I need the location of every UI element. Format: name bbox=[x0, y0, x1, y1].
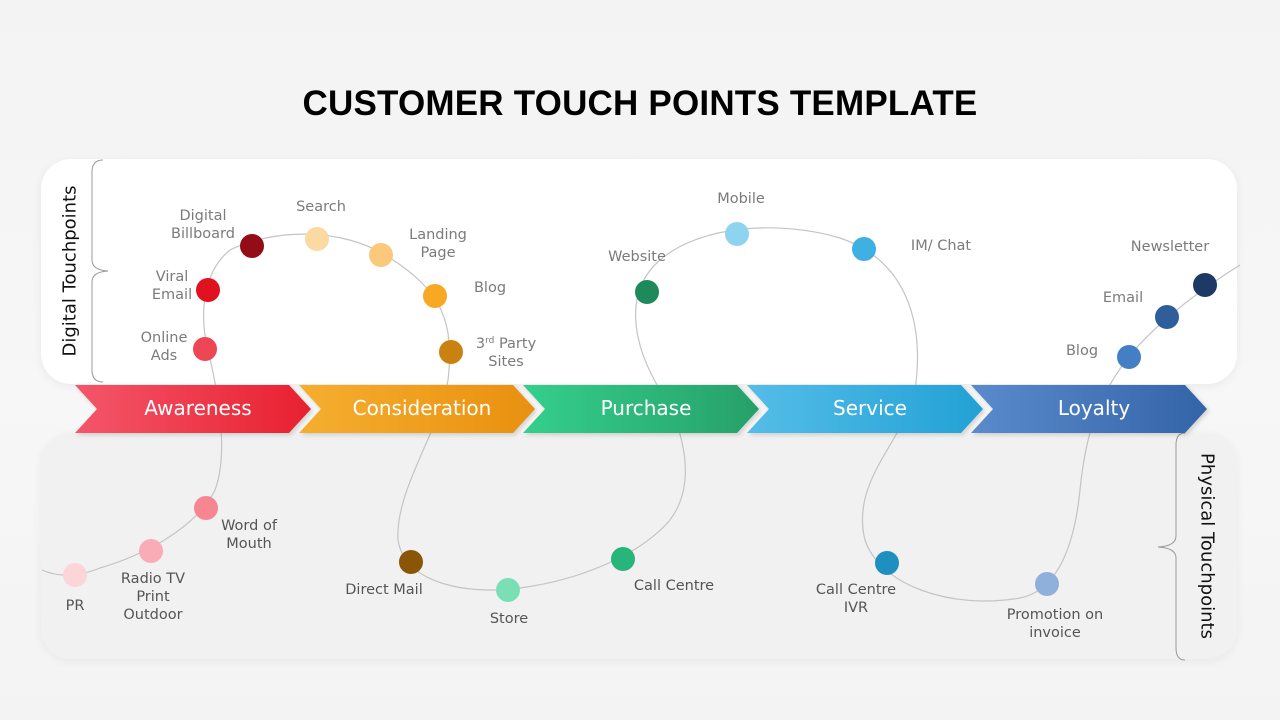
touchpoint-dot bbox=[369, 243, 393, 267]
touchpoint-label: Mobile bbox=[717, 190, 765, 208]
touchpoint-dot bbox=[423, 284, 447, 308]
touchpoint-label: Viral Email bbox=[152, 268, 192, 304]
touchpoint-label: 3rd Party Sites bbox=[476, 335, 536, 371]
touchpoint-dot bbox=[1193, 273, 1217, 297]
touchpoint-label: Newsletter bbox=[1131, 238, 1209, 256]
touchpoint-label-line: Print bbox=[136, 589, 170, 605]
touchpoint-label-line: Page bbox=[420, 245, 456, 261]
touchpoint-dot bbox=[1117, 345, 1141, 369]
touchpoint-dot bbox=[1035, 572, 1059, 596]
touchpoint-label-line: Sites bbox=[488, 354, 524, 370]
touchpoint-dot bbox=[399, 550, 423, 574]
touchpoint-label-line: Landing bbox=[409, 227, 467, 243]
touchpoint-label-line: Ads bbox=[150, 348, 178, 364]
touchpoint-label-line: IM/ Chat bbox=[910, 238, 972, 254]
touchpoint-label: Digital Billboard bbox=[171, 207, 235, 243]
touchpoint-label: Direct Mail bbox=[345, 581, 422, 599]
touchpoint-label-line: Viral bbox=[155, 269, 189, 285]
touchpoint-label-line: Email bbox=[151, 287, 193, 303]
touchpoint-label-line: Website bbox=[608, 249, 666, 265]
touchpoint-label-line: Store bbox=[489, 611, 529, 627]
touchpoint-dot bbox=[635, 280, 659, 304]
touchpoint-label-line: Billboard bbox=[171, 226, 235, 242]
touchpoint-label: Email bbox=[1103, 289, 1143, 307]
touchpoint-dot bbox=[63, 563, 87, 587]
touchpoint-label: Word of Mouth bbox=[221, 517, 277, 553]
touchpoint-label: Call Centre IVR bbox=[816, 581, 896, 617]
stage-label-purchase: Purchase bbox=[600, 396, 692, 420]
touchpoint-label: Radio TV Print Outdoor bbox=[121, 570, 185, 624]
touchpoint-label: Store bbox=[490, 610, 528, 628]
touchpoint-dot bbox=[496, 578, 520, 602]
touchpoint-label-line: invoice bbox=[1029, 625, 1081, 641]
touchpoint-dot bbox=[439, 340, 463, 364]
touchpoint-label-line: Online bbox=[140, 330, 188, 346]
touchpoint-label-line: Digital bbox=[179, 208, 227, 224]
touchpoint-label-line: Newsletter bbox=[1130, 239, 1210, 255]
stage-label-service: Service bbox=[833, 396, 907, 420]
touchpoint-label-line: Blog bbox=[473, 280, 507, 296]
touchpoint-label-line: Word of bbox=[221, 518, 277, 534]
touchpoint-label-line: Call Centre bbox=[815, 582, 897, 598]
stage-label-loyalty: Loyalty bbox=[1057, 396, 1131, 420]
touchpoint-dot bbox=[196, 278, 220, 302]
touchpoint-dot bbox=[875, 551, 899, 575]
touchpoint-label: Website bbox=[608, 248, 666, 266]
touchpoint-label-line: Blog bbox=[1065, 343, 1099, 359]
touchpoint-label: Online Ads bbox=[141, 329, 188, 365]
touchpoint-label: Blog bbox=[474, 279, 506, 297]
touchpoint-dot bbox=[852, 237, 876, 261]
touchpoint-label-line: Radio TV bbox=[120, 571, 186, 587]
stage-label-consideration: Consideration bbox=[352, 396, 492, 420]
stage-label-awareness: Awareness bbox=[144, 396, 252, 420]
touchpoint-dot bbox=[725, 222, 749, 246]
touchpoint-label-line: Mobile bbox=[717, 191, 765, 207]
touchpoint-label-line: Email bbox=[1102, 290, 1144, 306]
touchpoint-label-line: IVR bbox=[843, 600, 869, 616]
touchpoint-label: Blog bbox=[1066, 342, 1098, 360]
touchpoint-dot bbox=[240, 234, 264, 258]
physical-brace bbox=[1157, 432, 1186, 661]
touchpoint-dot bbox=[193, 337, 217, 361]
touchpoint-label: Search bbox=[296, 198, 346, 216]
touchpoint-label-line: Mouth bbox=[226, 536, 272, 552]
touchpoint-label: Landing Page bbox=[409, 226, 467, 262]
touchpoint-label-line: Call Centre bbox=[633, 578, 715, 594]
touchpoint-dot bbox=[139, 539, 163, 563]
touchpoint-label-line: PR bbox=[65, 598, 85, 614]
touchpoint-label-line: Outdoor bbox=[123, 607, 183, 623]
touchpoint-label: Call Centre bbox=[634, 577, 714, 595]
touchpoint-label: PR bbox=[66, 597, 85, 615]
touchpoint-label-line: Search bbox=[296, 199, 346, 215]
touchpoint-dot bbox=[194, 496, 218, 520]
touchpoint-dot bbox=[611, 547, 635, 571]
touchpoint-label-line: Direct Mail bbox=[345, 582, 423, 598]
touchpoint-label: IM/ Chat bbox=[911, 237, 971, 255]
touchpoint-label-line: Promotion on bbox=[1006, 607, 1104, 623]
touchpoint-label: Promotion on invoice bbox=[1007, 606, 1103, 642]
touchpoint-dot bbox=[305, 227, 329, 251]
touchpoint-dot bbox=[1155, 305, 1179, 329]
digital-brace bbox=[91, 159, 109, 383]
touchpoint-label-line: 3rd Party bbox=[475, 336, 537, 352]
